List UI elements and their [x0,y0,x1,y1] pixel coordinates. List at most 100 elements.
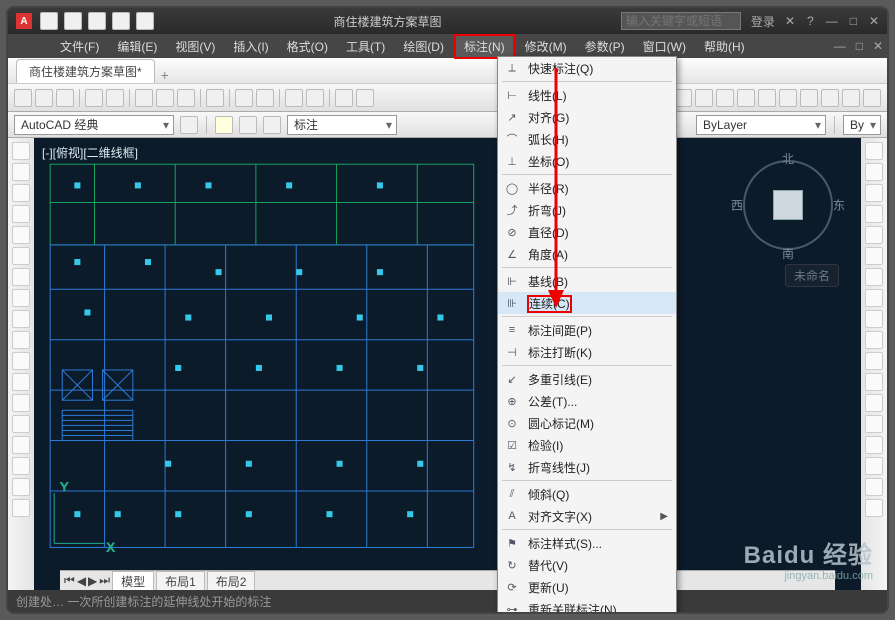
tb-undo-icon[interactable] [235,89,253,107]
menu-draw[interactable]: 绘图(D) [395,36,452,57]
dd-item-e[interactable]: ↙多重引线(E) [498,368,676,390]
menu-format[interactable]: 格式(O) [279,36,336,57]
tb-open-icon[interactable] [35,89,53,107]
extend-tool-icon[interactable] [865,352,883,370]
ray-tool-icon[interactable] [12,415,30,433]
ws-settings-icon[interactable] [180,116,198,134]
tb-zoom-icon[interactable] [306,89,324,107]
dd-item-m[interactable]: ⊙圆心标记(M) [498,412,676,434]
point-tool-icon[interactable] [12,331,30,349]
tb-pan-icon[interactable] [285,89,303,107]
rect-tool-icon[interactable] [12,226,30,244]
ucs-unnamed-label[interactable]: 未命名 [785,264,839,287]
layer-combo[interactable]: ByLayer [696,115,826,135]
tb-print-icon[interactable] [85,89,103,107]
array-tool-icon[interactable] [865,226,883,244]
dd-item-b[interactable]: ⊩基线(B) [498,270,676,292]
file-tab-active[interactable]: 商住楼建筑方案草图* [16,59,155,83]
rotate-tool-icon[interactable] [865,268,883,286]
text-tool-icon[interactable] [12,289,30,307]
dd-item-r[interactable]: ◯半径(R) [498,177,676,199]
menu-file[interactable]: 文件(F) [52,36,107,57]
menu-window[interactable]: 窗口(W) [635,36,694,57]
help-icon[interactable]: ? [807,14,814,28]
dd-item-o[interactable]: ⊥坐标(O) [498,150,676,172]
compass-south[interactable]: 南 [782,245,794,262]
dd-item-d[interactable]: ⊘直径(D) [498,221,676,243]
mod-extra1-icon[interactable] [865,478,883,496]
view-cube[interactable]: 北 南 东 西 [733,150,843,260]
layer-freeze-icon[interactable] [239,116,257,134]
move-tool-icon[interactable] [865,247,883,265]
tb-new-icon[interactable] [14,89,32,107]
menubar-close-icon[interactable]: ✕ [873,39,883,53]
extra1-icon[interactable] [12,499,30,517]
block-tool-icon[interactable] [12,457,30,475]
mod-extra2-icon[interactable] [865,499,883,517]
pline-tool-icon[interactable] [12,163,30,181]
tb-props-icon[interactable] [356,89,374,107]
table-tool-icon[interactable] [12,310,30,328]
xline-tool-icon[interactable] [12,394,30,412]
dd-item-g[interactable]: ↗对齐(G) [498,106,676,128]
dd-item-t[interactable]: ⊕公差(T)... [498,390,676,412]
tab-nav-first-icon[interactable]: ⏮ [64,573,75,588]
dd-item-n[interactable]: ⊶重新关联标注(N) [498,598,676,614]
trim-tool-icon[interactable] [865,331,883,349]
dd-item-q[interactable]: ⟂快速标注(Q) [498,57,676,79]
tb-paste-icon[interactable] [177,89,195,107]
tb-layer-icon[interactable] [335,89,353,107]
qat-undo-icon[interactable] [112,12,130,30]
tb-dim4-icon[interactable] [716,89,734,107]
close-icon[interactable]: ✕ [869,14,879,28]
menubar-max-icon[interactable]: □ [856,39,863,53]
tab-nav-last-icon[interactable]: ⏭ [99,573,110,588]
dd-item-x[interactable]: A对齐文字(X)▶ [498,505,676,527]
mtext-icon[interactable] [12,478,30,496]
layer-bulb-icon[interactable] [215,116,233,134]
dd-item-v[interactable]: ↻替代(V) [498,554,676,576]
donut-tool-icon[interactable] [12,436,30,454]
tb-dim10-icon[interactable] [842,89,860,107]
tb-dim3-icon[interactable] [695,89,713,107]
dd-item-h[interactable]: ⌒弧长(H) [498,128,676,150]
qat-new-icon[interactable] [40,12,58,30]
region-tool-icon[interactable] [12,352,30,370]
maximize-icon[interactable]: □ [850,14,857,28]
dd-item-u[interactable]: ⟳更新(U) [498,576,676,598]
exchange-icon[interactable]: ✕ [785,14,795,28]
workspace-combo[interactable]: AutoCAD 经典 [14,115,174,135]
layer-lock-icon[interactable] [263,116,281,134]
tb-dim11-icon[interactable] [863,89,881,107]
tb-dim7-icon[interactable] [779,89,797,107]
join-tool-icon[interactable] [865,394,883,412]
menu-edit[interactable]: 编辑(E) [109,36,165,57]
tb-redo-icon[interactable] [256,89,274,107]
drawing-canvas[interactable]: [-][俯视][二维线框] [34,138,861,590]
compass-west[interactable]: 西 [731,197,743,214]
tb-dim5-icon[interactable] [737,89,755,107]
new-tab-icon[interactable]: + [161,67,169,83]
qat-redo-icon[interactable] [136,12,154,30]
mirror-tool-icon[interactable] [865,184,883,202]
dd-item-s[interactable]: ⚑标注样式(S)... [498,532,676,554]
offset-tool-icon[interactable] [865,205,883,223]
tb-preview-icon[interactable] [106,89,124,107]
menu-tools[interactable]: 工具(T) [338,36,393,57]
line-tool-icon[interactable] [12,142,30,160]
compass-east[interactable]: 东 [833,197,845,214]
menu-view[interactable]: 视图(V) [167,36,223,57]
tb-match-icon[interactable] [206,89,224,107]
menu-help[interactable]: 帮助(H) [696,36,753,57]
dd-item-k[interactable]: ⊣标注打断(K) [498,341,676,363]
explode-tool-icon[interactable] [865,457,883,475]
dd-item-p[interactable]: ≡标注间距(P) [498,319,676,341]
menu-modify[interactable]: 修改(M) [517,36,575,57]
qat-open-icon[interactable] [64,12,82,30]
dd-item-q[interactable]: ⫽倾斜(Q) [498,483,676,505]
tb-copy-icon[interactable] [156,89,174,107]
layout1-tab[interactable]: 布局1 [156,571,205,591]
tb-dim6-icon[interactable] [758,89,776,107]
dd-item-c[interactable]: ⊪连续(C) [498,292,676,314]
compass-north[interactable]: 北 [782,150,794,167]
